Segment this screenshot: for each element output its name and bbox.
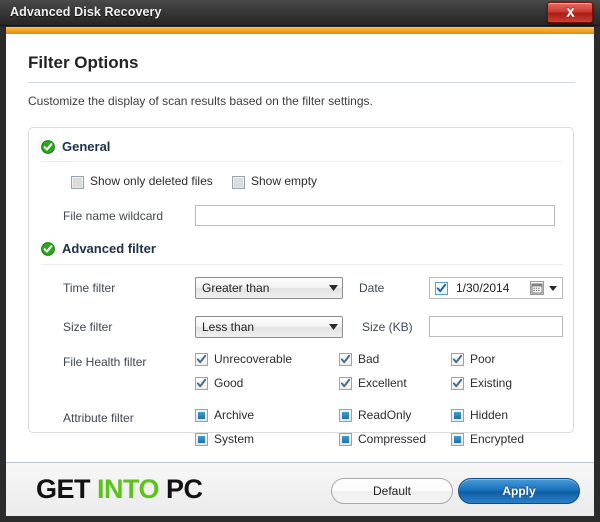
checkbox-hidden[interactable] xyxy=(451,409,464,422)
size-kb-input[interactable] xyxy=(429,316,563,337)
checkbox-archive[interactable] xyxy=(195,409,208,422)
section-label-advanced-filter: Advanced filter xyxy=(62,241,156,256)
title-bar: Advanced Disk Recovery xyxy=(0,0,600,26)
label-system: System xyxy=(214,432,255,446)
check-mark-icon xyxy=(452,354,463,364)
file-name-wildcard-input[interactable] xyxy=(195,205,555,226)
apply-button[interactable]: Apply xyxy=(458,478,580,504)
watermark-part-2: INTO xyxy=(97,474,160,504)
application-window: Advanced Disk Recovery Filter Options Cu… xyxy=(0,0,600,522)
chevron-down-icon[interactable] xyxy=(549,285,557,291)
checkbox-unrecoverable[interactable] xyxy=(195,353,208,366)
time-filter-value: Greater than xyxy=(202,281,270,295)
green-check-circle-icon xyxy=(41,139,55,154)
label-poor: Poor xyxy=(470,352,496,366)
page-title: Filter Options xyxy=(28,53,139,72)
checkbox-show-empty[interactable] xyxy=(232,176,245,189)
label-hidden: Hidden xyxy=(470,408,509,422)
label-archive: Archive xyxy=(214,408,255,422)
section-divider-advanced xyxy=(41,264,563,265)
default-button[interactable]: Default xyxy=(331,478,453,504)
check-mark-icon xyxy=(436,283,447,292)
label-unrecoverable: Unrecoverable xyxy=(214,352,293,366)
checkbox-compressed[interactable] xyxy=(339,433,352,446)
checkbox-readonly[interactable] xyxy=(339,409,352,422)
label-file-health-filter: File Health filter xyxy=(63,355,147,369)
size-filter-dropdown[interactable]: Less than xyxy=(195,316,343,338)
date-enabled-checkbox[interactable] xyxy=(435,281,448,295)
close-button[interactable] xyxy=(547,2,593,23)
label-good: Good xyxy=(214,376,244,390)
title-divider xyxy=(28,82,575,83)
section-divider-general xyxy=(41,161,563,162)
checkbox-poor[interactable] xyxy=(451,353,464,366)
label-size-kb: Size (KB) xyxy=(362,320,413,334)
watermark-part-1: GET xyxy=(36,474,98,504)
label-attribute-filter: Attribute filter xyxy=(63,411,134,425)
content-area: Filter Options Customize the display of … xyxy=(6,34,594,462)
watermark-part-3: PC xyxy=(159,474,203,504)
label-existing: Existing xyxy=(470,376,513,390)
accent-bar xyxy=(6,27,594,34)
checkbox-excellent[interactable] xyxy=(339,377,352,390)
checkbox-bad[interactable] xyxy=(339,353,352,366)
checkbox-existing[interactable] xyxy=(451,377,464,390)
section-header-general: General xyxy=(41,139,110,154)
green-check-circle-icon xyxy=(41,241,55,256)
close-x-icon xyxy=(564,7,576,18)
checkbox-good[interactable] xyxy=(195,377,208,390)
section-header-advanced-filter: Advanced filter xyxy=(41,241,156,256)
checkbox-encrypted[interactable] xyxy=(451,433,464,446)
date-picker[interactable]: 1/30/2014 xyxy=(429,277,563,299)
check-mark-icon xyxy=(340,354,351,364)
label-show-empty: Show empty xyxy=(251,174,318,188)
label-encrypted: Encrypted xyxy=(470,432,525,446)
page-subtitle: Customize the display of scan results ba… xyxy=(28,94,373,108)
label-compressed: Compressed xyxy=(358,432,427,446)
section-label-general: General xyxy=(62,139,111,154)
label-bad: Bad xyxy=(358,352,380,366)
check-mark-icon xyxy=(452,378,463,388)
chevron-down-icon xyxy=(324,285,342,291)
check-mark-icon xyxy=(196,378,207,388)
chevron-down-icon xyxy=(324,324,342,330)
label-date: Date xyxy=(359,281,385,295)
checkbox-system[interactable] xyxy=(195,433,208,446)
label-file-name-wildcard: File name wildcard xyxy=(63,209,164,223)
filter-options-panel: General Show only deleted files Show emp… xyxy=(28,127,574,446)
size-filter-value: Less than xyxy=(202,320,255,334)
label-excellent: Excellent xyxy=(358,376,407,390)
check-mark-icon xyxy=(196,354,207,364)
check-mark-icon xyxy=(340,378,351,388)
checkbox-show-only-deleted-files[interactable] xyxy=(71,176,84,189)
time-filter-dropdown[interactable]: Greater than xyxy=(195,277,343,299)
date-value: 1/30/2014 xyxy=(456,281,510,295)
watermark: GET INTO PC xyxy=(36,474,203,505)
footer-bar: GET INTO PC Default Apply xyxy=(6,462,594,516)
label-time-filter: Time filter xyxy=(63,281,116,295)
calendar-icon xyxy=(530,281,544,295)
label-readonly: ReadOnly xyxy=(358,408,412,422)
label-show-only-deleted-files: Show only deleted files xyxy=(90,174,213,188)
window-title: Advanced Disk Recovery xyxy=(10,5,162,19)
label-size-filter: Size filter xyxy=(63,320,113,334)
